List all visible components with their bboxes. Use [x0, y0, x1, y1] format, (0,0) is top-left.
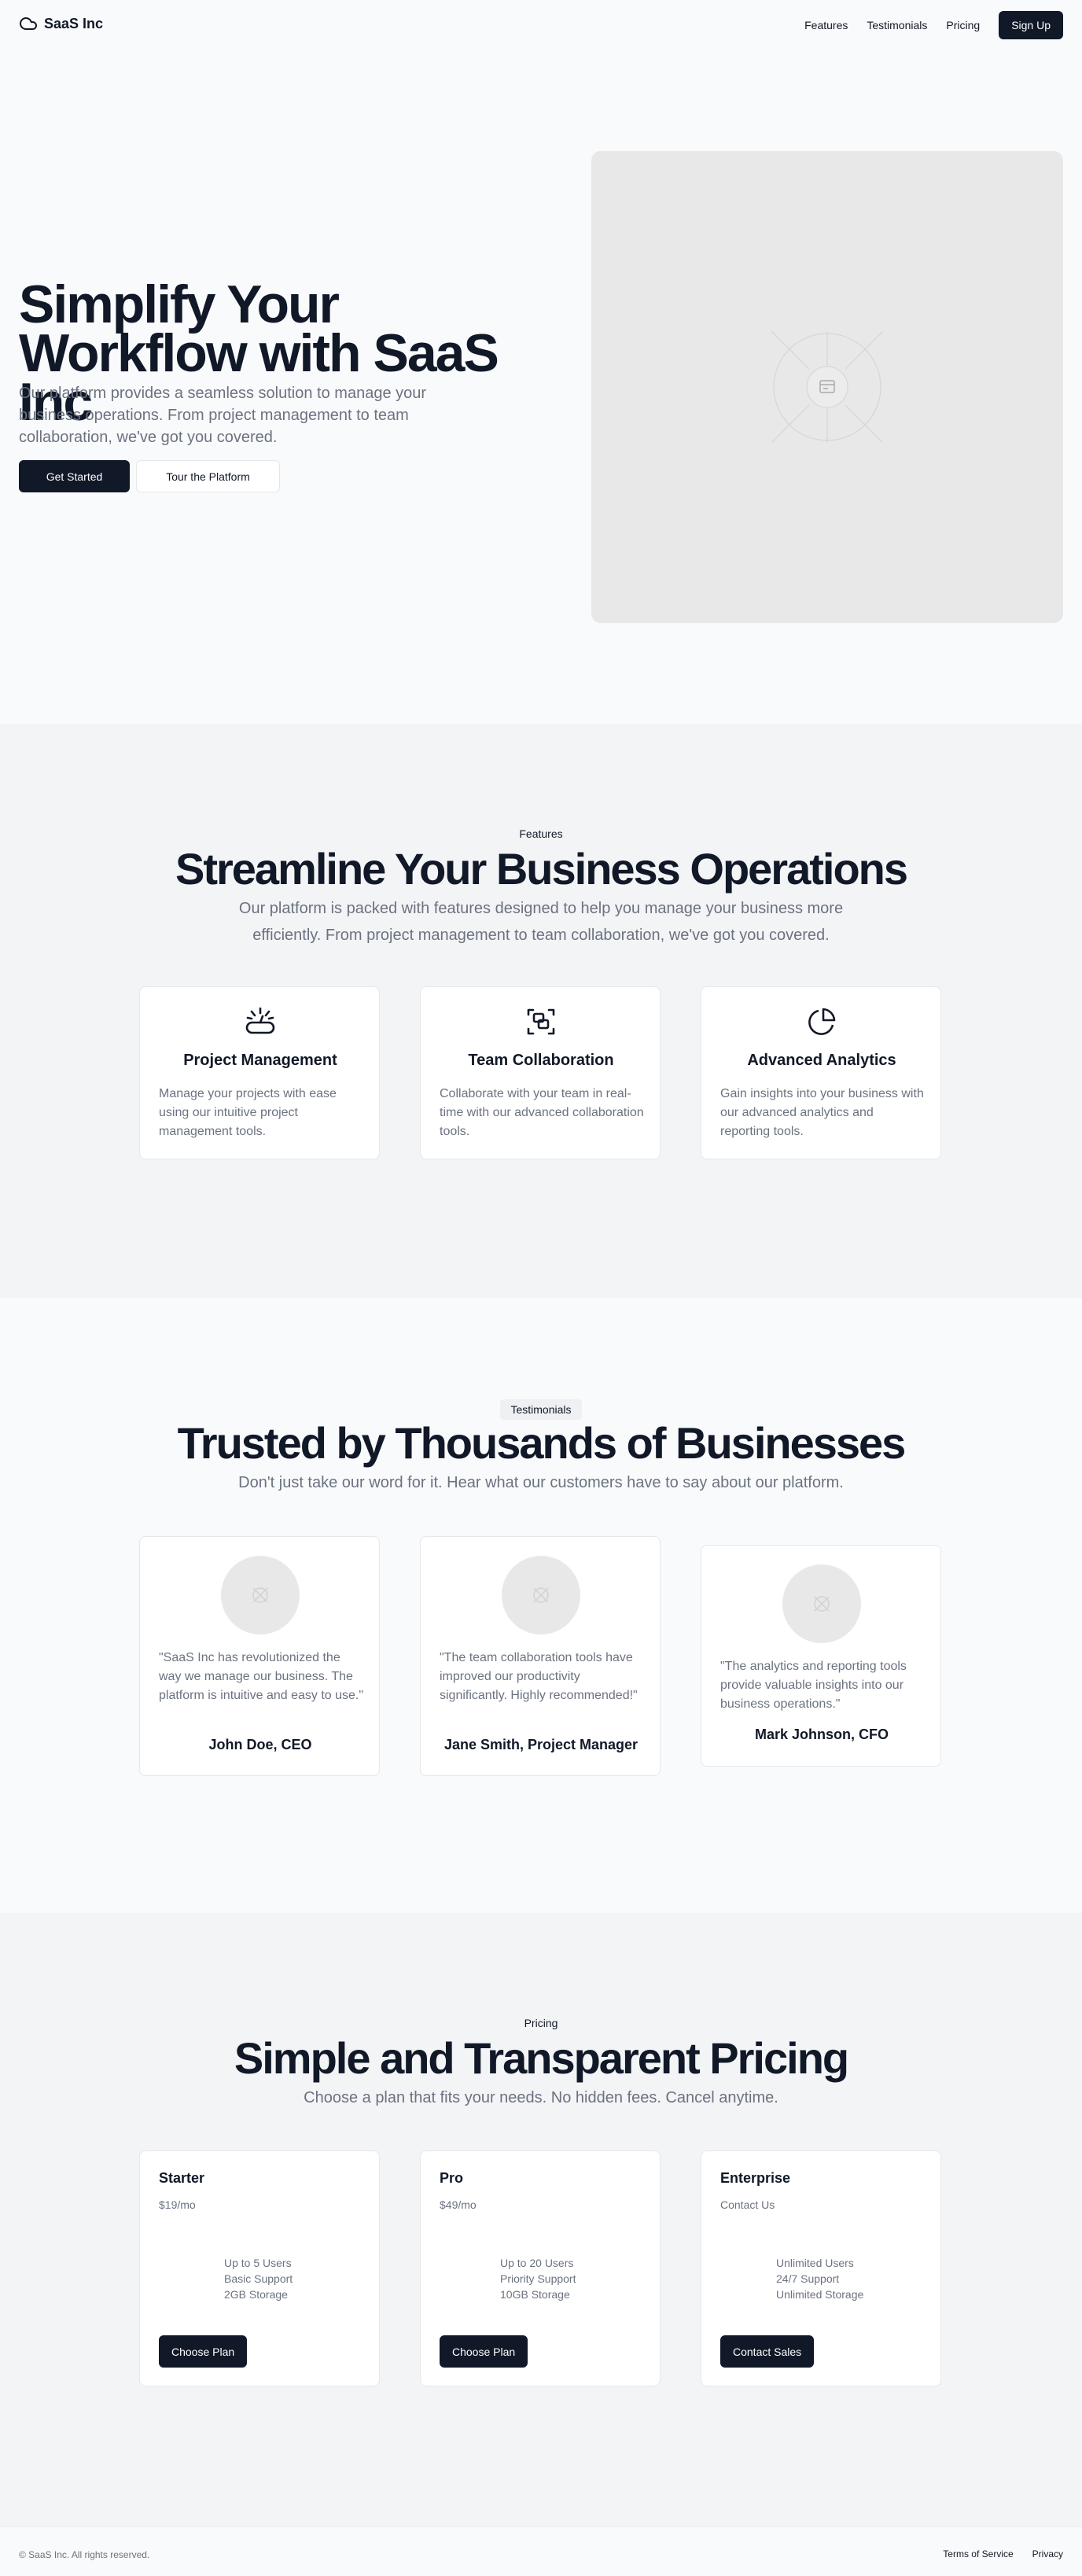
plan-feature: Up to 5 Users	[224, 2257, 292, 2269]
feature-description: Manage your projects with ease using our…	[159, 1087, 337, 1138]
feature-card: Advanced Analytics Gain insights into yo…	[701, 986, 941, 1159]
features-kicker: Features	[519, 827, 563, 840]
feature-title: Team Collaboration	[468, 1052, 614, 1069]
feature-description: Gain insights into your business with ou…	[720, 1087, 924, 1138]
testimonial-author: John Doe, CEO	[208, 1737, 312, 1752]
feature-card: Team Collaboration Collaborate with your…	[420, 986, 661, 1159]
main-nav: Features Testimonials Pricing Sign Up	[804, 11, 1063, 39]
plan-feature: Unlimited Storage	[776, 2288, 864, 2301]
nav-testimonials-link[interactable]: Testimonials	[867, 19, 927, 31]
avatar	[221, 1556, 300, 1634]
footer-links: Terms of Service Privacy	[943, 2548, 1063, 2559]
testimonial-author: Jane Smith, Project Manager	[443, 1737, 639, 1752]
plan-price: $49/mo	[440, 2198, 477, 2211]
brand-name: SaaS Inc	[44, 15, 104, 31]
pricing-card-starter: Starter $19/mo Up to 5 Users Basic Suppo…	[139, 2150, 380, 2386]
testimonial-quote: "The analytics and reporting tools provi…	[720, 1660, 907, 1711]
site-footer: © SaaS Inc. All rights reserved. Terms o…	[0, 2526, 1082, 2576]
choose-plan-button[interactable]: Choose Plan	[159, 2335, 248, 2368]
avatar-placeholder-icon	[252, 1587, 268, 1603]
hero-image-placeholder	[591, 151, 1063, 623]
testimonial-card: "The analytics and reporting tools provi…	[701, 1545, 941, 1767]
pricing-card-enterprise: Enterprise Contact Us Unlimited Users 24…	[701, 2150, 941, 2386]
get-started-button[interactable]: Get Started	[19, 460, 130, 492]
pricing-section: Pricing Simple and Transparent Pricing C…	[0, 1913, 1082, 2526]
avatar-placeholder-icon	[533, 1587, 549, 1603]
pie-chart-icon	[808, 1008, 836, 1035]
site-header: SaaS Inc Features Testimonials Pricing S…	[0, 0, 1082, 47]
pricing-subtitle: Choose a plan that fits your needs. No h…	[304, 2089, 778, 2106]
pricing-title: Simple and Transparent Pricing	[234, 2033, 849, 2083]
plan-feature: Unlimited Users	[776, 2257, 854, 2269]
plan-name: Enterprise	[720, 2170, 791, 2186]
testimonial-quote: "SaaS Inc has revolutionized the way we …	[159, 1651, 364, 1702]
plan-feature-list: Unlimited Users 24/7 Support Unlimited S…	[776, 2255, 863, 2302]
testimonials-subtitle: Don't just take our word for it. Hear wh…	[238, 1474, 844, 1491]
plan-feature: Priority Support	[500, 2272, 576, 2285]
choose-plan-button[interactable]: Choose Plan	[440, 2335, 528, 2368]
plan-feature: Up to 20 Users	[500, 2257, 574, 2269]
copyright-text: © SaaS Inc. All rights reserved.	[19, 2549, 150, 2560]
nav-features-link[interactable]: Features	[804, 19, 848, 31]
team-collaboration-icon	[527, 1008, 555, 1035]
hero-subtitle: Our platform provides a seamless solutio…	[19, 385, 427, 446]
pricing-kicker: Pricing	[524, 2017, 558, 2029]
avatar	[502, 1556, 580, 1634]
sign-up-button[interactable]: Sign Up	[999, 11, 1063, 39]
feature-title: Advanced Analytics	[747, 1052, 896, 1069]
tour-platform-button[interactable]: Tour the Platform	[136, 460, 280, 492]
plan-feature: Basic Support	[224, 2272, 293, 2285]
hero-actions: Get Started Tour the Platform	[19, 460, 280, 492]
testimonial-card: "SaaS Inc has revolutionized the way we …	[139, 1536, 380, 1776]
testimonial-author: Mark Johnson, CFO	[754, 1727, 889, 1742]
terms-of-service-link[interactable]: Terms of Service	[943, 2548, 1013, 2559]
project-management-icon	[245, 1007, 275, 1034]
features-subtitle: Our platform is packed with features des…	[238, 900, 844, 944]
features-title: Streamline Your Business Operations	[175, 844, 908, 894]
pricing-card-pro: Pro $49/mo Up to 20 Users Priority Suppo…	[420, 2150, 661, 2386]
privacy-link[interactable]: Privacy	[1032, 2548, 1063, 2559]
testimonials-section: Testimonials Trusted by Thousands of Bus…	[0, 1298, 1082, 1913]
testimonials-title: Trusted by Thousands of Businesses	[177, 1418, 907, 1468]
plan-price: $19/mo	[159, 2198, 196, 2211]
image-placeholder-icon	[771, 331, 883, 443]
contact-sales-button[interactable]: Contact Sales	[720, 2335, 815, 2368]
brand-logo[interactable]: SaaS Inc	[19, 14, 103, 33]
feature-card: Project Management Manage your projects …	[139, 986, 380, 1159]
testimonial-card: "The team collaboration tools have impro…	[420, 1536, 661, 1776]
feature-title: Project Management	[183, 1052, 337, 1069]
plan-feature-list: Up to 5 Users Basic Support 2GB Storage	[224, 2255, 293, 2302]
plan-feature: 24/7 Support	[776, 2272, 840, 2285]
nav-pricing-link[interactable]: Pricing	[946, 19, 980, 31]
feature-description: Collaborate with your team in real-time …	[440, 1087, 644, 1138]
avatar	[782, 1564, 861, 1643]
plan-feature: 10GB Storage	[500, 2288, 570, 2301]
plan-name: Starter	[159, 2170, 205, 2186]
plan-name: Pro	[440, 2170, 464, 2186]
features-section: Features Streamline Your Business Operat…	[0, 724, 1082, 1298]
plan-feature-list: Up to 20 Users Priority Support 10GB Sto…	[500, 2255, 576, 2302]
testimonial-quote: "The team collaboration tools have impro…	[440, 1651, 638, 1702]
plan-price: Contact Us	[720, 2198, 775, 2211]
cloud-icon	[20, 17, 37, 30]
plan-feature: 2GB Storage	[224, 2288, 288, 2301]
avatar-placeholder-icon	[814, 1596, 830, 1612]
